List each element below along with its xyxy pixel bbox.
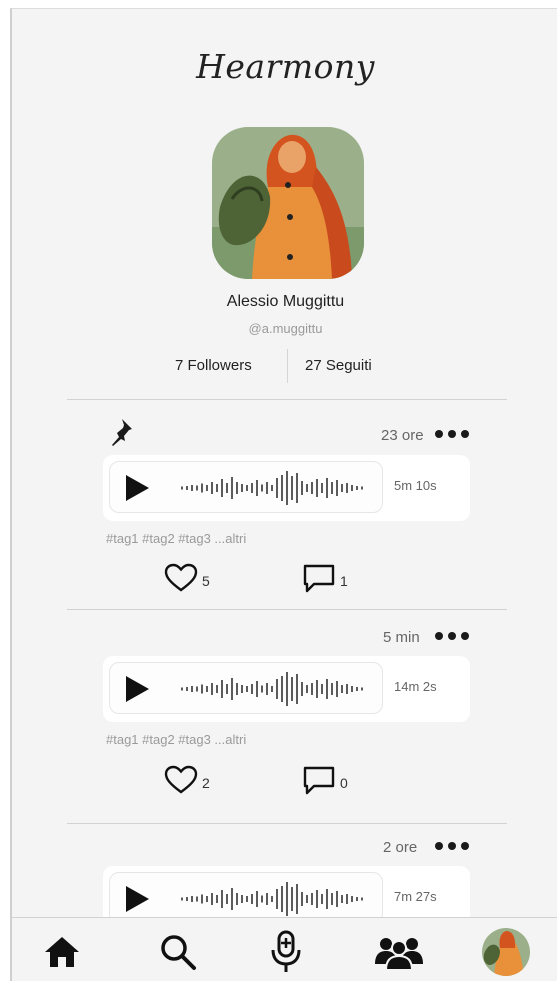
more-dots-icon[interactable] (435, 429, 471, 439)
audio-track[interactable] (109, 461, 383, 513)
post-time: 2 ore (383, 839, 418, 856)
pushpin-icon (112, 419, 132, 446)
comment-count: 1 (340, 573, 348, 589)
app-title: Hearmony (196, 47, 375, 86)
profile-handle: @a.muggittu (248, 321, 323, 336)
waveform[interactable] (178, 468, 368, 508)
comment-icon (303, 564, 335, 593)
post-time: 5 min (383, 629, 420, 646)
heart-icon (164, 765, 198, 794)
waveform[interactable] (178, 879, 368, 919)
audio-duration: 14m 2s (394, 679, 437, 694)
heart-icon (164, 563, 198, 592)
people-icon[interactable] (374, 932, 424, 972)
profile-name: Alessio Muggittu (226, 293, 345, 310)
play-icon[interactable] (124, 474, 150, 502)
like-button[interactable]: 5 (164, 563, 224, 593)
app-frame: Hearmony Alessio Muggittu @a.muggittu 7 … (10, 8, 557, 981)
play-icon[interactable] (124, 675, 150, 703)
search-icon[interactable] (158, 932, 198, 972)
audio-player: 5m 10s (103, 455, 470, 521)
post-tags[interactable]: #tag1 #tag2 #tag3 ...altri (106, 732, 246, 747)
followers-count[interactable]: 7 Followers (175, 357, 252, 374)
audio-player: 14m 2s (103, 656, 470, 722)
divider (67, 823, 507, 824)
post-tags[interactable]: #tag1 #tag2 #tag3 ...altri (106, 531, 246, 546)
play-icon[interactable] (124, 885, 150, 913)
post-time: 23 ore (381, 427, 424, 444)
audio-duration: 5m 10s (394, 478, 437, 493)
comment-icon (303, 766, 335, 795)
bottom-navbar (12, 917, 557, 981)
profile-avatar[interactable] (212, 127, 364, 279)
comment-button[interactable]: 0 (302, 765, 362, 795)
following-count[interactable]: 27 Seguiti (305, 357, 372, 374)
comment-count: 0 (340, 775, 348, 791)
more-dots-icon[interactable] (435, 841, 471, 851)
home-icon[interactable] (42, 932, 82, 972)
more-dots-icon[interactable] (435, 631, 471, 641)
stats-divider (287, 349, 288, 383)
like-count: 2 (202, 775, 210, 791)
like-button[interactable]: 2 (164, 765, 224, 795)
like-count: 5 (202, 573, 210, 589)
audio-track[interactable] (109, 662, 383, 714)
comment-button[interactable]: 1 (302, 563, 362, 593)
divider (67, 399, 507, 400)
microphone-plus-icon[interactable] (266, 928, 306, 974)
profile-avatar-nav[interactable] (482, 928, 530, 976)
divider (67, 609, 507, 610)
waveform[interactable] (178, 669, 368, 709)
audio-duration: 7m 27s (394, 889, 437, 904)
profile-stats: 7 Followers 27 Seguiti (12, 349, 557, 383)
